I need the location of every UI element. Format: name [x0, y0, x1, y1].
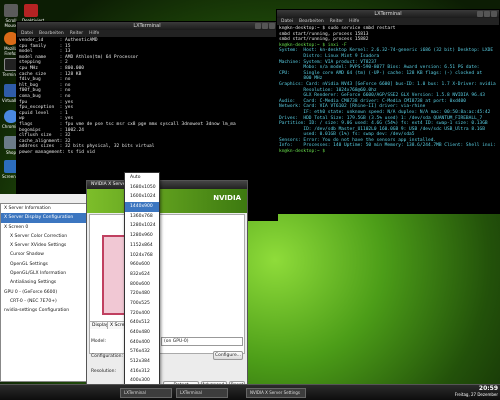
resolution-option[interactable]: 640x480: [125, 328, 159, 338]
settings-sidebar[interactable]: X Server Information X Server Display Con…: [0, 203, 88, 382]
maximize-icon[interactable]: [484, 11, 490, 17]
resolution-option[interactable]: 1280x960: [125, 231, 159, 241]
menu-file[interactable]: Datei: [21, 30, 33, 37]
nvidia-banner: NVIDIA: [87, 189, 247, 213]
sidebar-item[interactable]: OpenGL/GLX Information: [1, 269, 87, 278]
display-layout-area[interactable]: [89, 214, 245, 354]
terminal-line: GLX Renderer: GeForce 6600/AGP/SSE2 GLX …: [279, 93, 485, 99]
sidebar-item[interactable]: nvidia-settings Configuration: [1, 306, 87, 315]
terminal-output[interactable]: kn@kn-desktop:~ $ sudo service smbd rest…: [277, 25, 499, 213]
sidebar-item[interactable]: Antialiasing Settings: [1, 278, 87, 287]
nvidia-settings-window[interactable]: NVIDIA X Server Settings NVIDIA Layout D…: [86, 180, 248, 400]
sidebar-item[interactable]: X Server Information: [1, 204, 87, 213]
menu-tabs[interactable]: Reiter: [70, 30, 83, 37]
menu-edit[interactable]: Bearbeiten: [39, 30, 64, 37]
menu-bar: Datei Bearbeiten Reiter Hilfe: [17, 30, 277, 37]
minimize-icon[interactable]: [477, 11, 483, 17]
terminal-window-inxi[interactable]: LXTerminal Datei Bearbeiten Reiter Hilfe…: [276, 9, 500, 214]
sidebar-header: [0, 194, 88, 203]
resolution-option[interactable]: 1024x768: [125, 251, 159, 261]
terminal-line: kn@kn-desktop:~ $: [279, 149, 328, 155]
menu-tabs[interactable]: Reiter: [330, 18, 343, 25]
resolution-option[interactable]: 1680x1050: [125, 183, 159, 193]
sidebar-item[interactable]: CRT-0 - (NEC 7E70+): [1, 297, 87, 306]
resolution-label: Resolution:: [91, 369, 117, 374]
sidebar-item[interactable]: Cursor Shadow: [1, 250, 87, 259]
configuration-label: Configuration:: [91, 354, 124, 359]
resolution-option[interactable]: 1440x900: [125, 202, 159, 212]
close-icon[interactable]: [269, 23, 275, 29]
resolution-option[interactable]: 720x400: [125, 309, 159, 319]
resolution-option[interactable]: 960x600: [125, 260, 159, 270]
menu-bar: Datei Bearbeiten Reiter Hilfe: [277, 18, 499, 25]
resolution-option[interactable]: 576x432: [125, 347, 159, 357]
menu-help[interactable]: Hilfe: [349, 18, 359, 25]
resolution-option[interactable]: 700x525: [125, 299, 159, 309]
panel-clock[interactable]: 20:59 Freitag, 27 Dezember: [455, 386, 498, 398]
sidebar-item[interactable]: GPU 0 - (GeForce 6600): [1, 288, 87, 297]
terminal-line: Mobo: n/a model: PVPS-590-8077 Bios: Awa…: [279, 65, 480, 71]
window-titlebar[interactable]: NVIDIA X Server Settings: [87, 181, 247, 189]
sidebar-item[interactable]: X Server Display Configuration: [1, 213, 87, 223]
menu-help[interactable]: Hilfe: [89, 30, 99, 37]
close-icon[interactable]: [491, 11, 497, 17]
resolution-option[interactable]: 1360x768: [125, 212, 159, 222]
resolution-option[interactable]: 416x312: [125, 367, 159, 377]
taskbar-item-nvidia[interactable]: NVIDIA X Server Settings: [246, 388, 306, 398]
model-label: Model:: [91, 339, 107, 344]
terminal-line: IF: eth0 state: unknown speed: N/A duple…: [279, 109, 491, 115]
window-titlebar[interactable]: LXTerminal: [277, 10, 499, 18]
minimize-icon[interactable]: [255, 23, 261, 29]
clock-date: Freitag, 27 Dezember: [454, 392, 498, 397]
configure-button[interactable]: Configure...: [213, 351, 243, 360]
terminal-line: Graphics: Card: nVidia NV43 [GeForce 660…: [279, 81, 496, 87]
resolution-option[interactable]: 1280x1024: [125, 221, 159, 231]
menu-edit[interactable]: Bearbeiten: [299, 18, 324, 25]
window-titlebar[interactable]: LXTerminal: [17, 22, 277, 30]
resolution-option[interactable]: Auto: [125, 173, 159, 183]
resolution-option[interactable]: 1600x1024: [125, 192, 159, 202]
menu-file[interactable]: Datei: [281, 18, 293, 25]
resolution-option[interactable]: 800x600: [125, 280, 159, 290]
nvidia-logo: NVIDIA: [213, 194, 241, 202]
resolution-option[interactable]: 832x624: [125, 270, 159, 280]
terminal-line: Partition: ID: / size: 9.0G used: 4.6G (…: [279, 121, 488, 127]
sidebar-item[interactable]: X Server Color Correction: [1, 232, 87, 241]
resolution-dropdown-list[interactable]: Auto 1680x1050 1600x1024 1440x900 1360x768 12…: [124, 172, 160, 400]
model-select[interactable]: (on GPU-0): [161, 337, 243, 346]
taskbar-panel: LXTerminal LXTerminal NVIDIA X Server Se…: [0, 384, 500, 400]
resolution-option[interactable]: 720x480: [125, 289, 159, 299]
taskbar-item-terminal-2[interactable]: LXTerminal: [176, 388, 228, 398]
sidebar-item[interactable]: X Server XVideo Settings: [1, 241, 87, 250]
sidebar-item[interactable]: X Screen 0: [1, 223, 87, 232]
resolution-option[interactable]: 640x512: [125, 318, 159, 328]
maximize-icon[interactable]: [262, 23, 268, 29]
taskbar-item-terminal-1[interactable]: LXTerminal: [120, 388, 172, 398]
resolution-option[interactable]: 640x400: [125, 338, 159, 348]
resolution-option[interactable]: 1152x864: [125, 241, 159, 251]
terminal-line: power management: ts fid vid: [19, 149, 95, 155]
sidebar-item[interactable]: OpenGL Settings: [1, 260, 87, 269]
resolution-option[interactable]: 512x384: [125, 357, 159, 367]
